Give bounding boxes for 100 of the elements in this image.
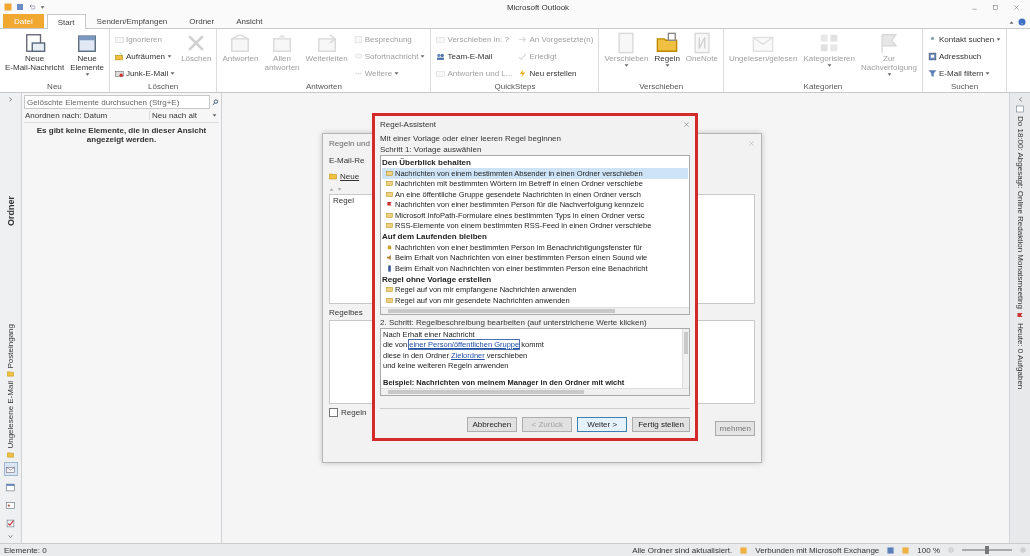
dialog-title: Regeln und [329, 138, 370, 148]
pane-title[interactable]: Ordner [5, 196, 16, 226]
arrange-by-button[interactable]: Anordnen nach: Datum [24, 111, 149, 120]
intro-text: Mit einer Vorlage oder einer leeren Regel beginnen [380, 133, 562, 144]
app-icon [4, 3, 12, 11]
description-label: Regelbes [329, 307, 363, 317]
ribbon-button[interactable]: Neu erstellen [516, 65, 596, 81]
ribbon-tab[interactable]: Senden/Empfangen [85, 14, 179, 28]
vertical-scrollbar[interactable] [682, 328, 689, 388]
address-book-icon [928, 51, 938, 61]
ribbon-tab[interactable]: Start [46, 14, 86, 29]
status-text: Alle Ordner sind aktualisiert. [632, 545, 733, 555]
ribbon-tab[interactable]: Ordner [178, 14, 226, 28]
group-heading: Regel ohne Vorlage erstellen [382, 273, 493, 285]
chevron-icon [8, 97, 13, 102]
checkbox[interactable] [329, 407, 338, 417]
group-label: Antworten [304, 81, 343, 92]
caret-icon [664, 63, 670, 68]
ribbon-button[interactable]: Kontakt suchen [926, 31, 1004, 47]
funnel-icon [928, 68, 938, 78]
ribbon-button[interactable]: E-Mail filtern [926, 65, 1004, 81]
chevron-icon [1017, 97, 1023, 102]
slider-thumb[interactable] [985, 546, 989, 554]
dialog-tab[interactable]: E-Mail-Re [329, 155, 365, 165]
arrow-icon [518, 34, 528, 44]
favorite-folder[interactable]: Posteingang [6, 323, 15, 378]
contact-card-icon [6, 500, 15, 510]
speaker-icon [386, 254, 393, 262]
caret-icon [886, 72, 892, 77]
folder-icon [7, 370, 14, 378]
caret-icon [985, 70, 991, 76]
ribbon-button[interactable]: Regeln [652, 31, 682, 69]
help-icon [1018, 18, 1026, 26]
status-text: Elemente: 0 [4, 545, 47, 555]
calendar-icon [6, 482, 15, 492]
step-label: Schritt 1: Vorlage auswählen [380, 144, 483, 155]
close-icon [1013, 3, 1020, 11]
sort-order-button[interactable]: Neu nach alt [149, 111, 219, 120]
folder-icon [7, 451, 14, 458]
caret-icon [40, 4, 45, 10]
dialog-button[interactable]: Weiter > [577, 416, 628, 432]
caret-icon [170, 70, 176, 76]
close-icon [683, 121, 690, 128]
new-rule-button[interactable]: Neue [340, 171, 360, 181]
step-label: 2. Schritt: Regelbeschreibung bearbeiten (auf unterstrichene Werte klicken) [380, 316, 648, 328]
dialog-button[interactable]: Abbrechen [466, 416, 518, 432]
calendar-icon [353, 34, 363, 44]
ribbon-button[interactable]: Neue Elemente [68, 31, 106, 78]
checkmark-icon [518, 51, 528, 61]
apply-button[interactable]: rnehmen [715, 420, 755, 436]
ribbon-button[interactable]: Neue E-Mail-Nachricht [3, 31, 67, 73]
ribbon-button[interactable]: Junk-E-Mail [112, 65, 178, 81]
search-icon [212, 98, 219, 106]
up-arrow-icon [329, 186, 334, 192]
caret-icon [167, 53, 173, 59]
bell-icon [386, 243, 393, 251]
appointment-text[interactable]: Do 18:00: Abgesagt: Online Redaktion Monatsmeeting [1015, 116, 1025, 309]
ribbon-tab[interactable]: Ansicht [225, 14, 274, 28]
module-button[interactable] [3, 516, 18, 530]
normal-view-icon [887, 546, 895, 554]
ribbon-button[interactable]: Team-E-Mail [434, 48, 515, 64]
caret-icon [1009, 19, 1014, 25]
caret-icon [394, 70, 400, 76]
group-label: Kategorien [802, 81, 844, 92]
group-heading: Auf dem Laufenden bleiben [382, 231, 488, 242]
favorite-folder[interactable]: Ungelesene E-Mail [6, 381, 15, 458]
undo-icon [28, 3, 36, 11]
module-button[interactable] [3, 480, 18, 494]
caret-icon [826, 63, 832, 68]
tasks-text[interactable]: Heute: 0 Aufgaben [1015, 323, 1025, 390]
dialog-button[interactable]: Fertig stellen [632, 416, 690, 432]
horizontal-scrollbar[interactable] [381, 387, 689, 395]
broom-icon [114, 51, 124, 61]
caret-icon [624, 63, 629, 68]
ribbon-button[interactable]: Aufräumen [112, 48, 178, 64]
flag-icon [1016, 312, 1024, 320]
caret-icon [996, 36, 1002, 42]
group-label: Löschen [147, 81, 180, 92]
flag-icon [878, 32, 900, 54]
caret-icon [420, 53, 426, 59]
close-icon [748, 139, 755, 147]
checkbox-label: Regeln [341, 407, 367, 417]
search-field[interactable]: Gelöschte Elemente durchsuchen (Strg+E) [24, 95, 210, 109]
exchange-icon [740, 546, 748, 554]
people-icon [436, 51, 446, 61]
dialog-title: Regel-Assistent [380, 119, 437, 130]
status-text: Verbunden mit Microsoft Exchange [755, 545, 880, 555]
empty-message: Es gibt keine Elemente, die in dieser Ansicht angezeigt werden. [35, 126, 208, 144]
save-icon [16, 3, 24, 11]
cards-icon [76, 32, 98, 54]
zoom-in-icon [1020, 547, 1026, 553]
group-label: QuickSteps [493, 81, 537, 92]
folder-icon [436, 34, 446, 44]
module-button[interactable] [3, 462, 18, 476]
caret-icon [84, 72, 90, 77]
folder-icon [329, 172, 337, 180]
lightning-icon [518, 68, 528, 78]
down-arrow-icon [337, 186, 342, 192]
ribbon-button[interactable]: Adressbuch [926, 48, 1004, 64]
horizontal-scrollbar[interactable] [381, 306, 689, 314]
